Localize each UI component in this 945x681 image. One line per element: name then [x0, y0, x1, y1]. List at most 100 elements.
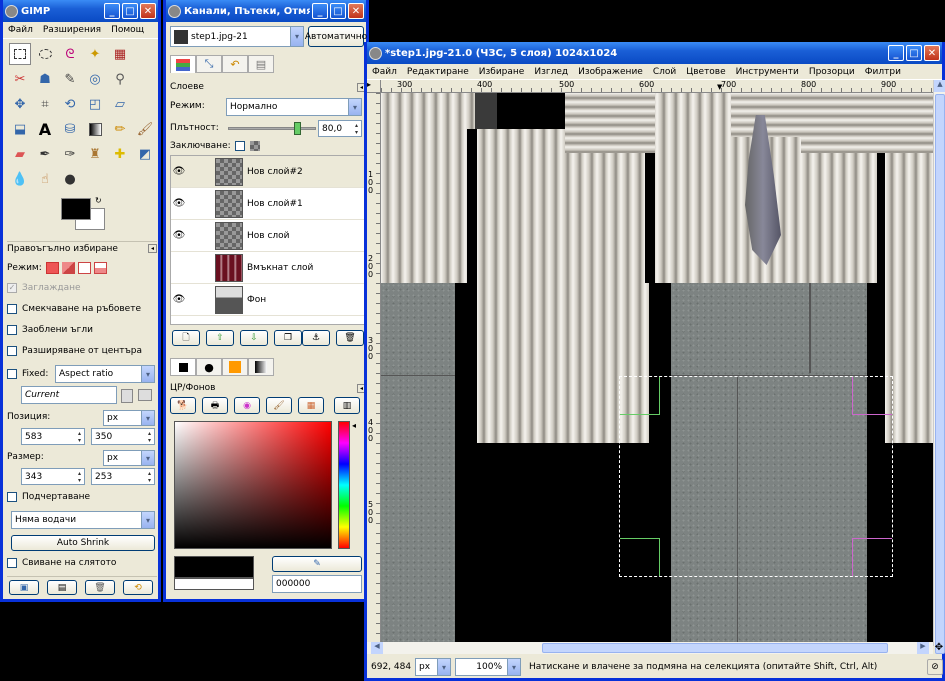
shrink-merged-row[interactable]: Свиване на слятото	[7, 558, 116, 568]
mode-add-icon[interactable]	[61, 262, 75, 274]
scissors-tool-icon[interactable]: ✂	[9, 68, 31, 90]
maximize-button[interactable]: □	[330, 3, 346, 19]
menu-layer[interactable]: Слой	[648, 67, 681, 77]
perspective-clone-tool-icon[interactable]: ◩	[134, 143, 156, 165]
shear-tool-icon[interactable]: ▱	[109, 93, 131, 115]
unit-select[interactable]: px ▾	[415, 658, 451, 676]
airbrush-tool-icon[interactable]: ✒	[34, 143, 56, 165]
duplicate-layer-icon[interactable]: ❐	[274, 330, 302, 346]
scroll-up-icon[interactable]: ▲	[934, 80, 945, 92]
palette-selector-icon[interactable]: ▦	[298, 397, 324, 414]
new-layer-icon[interactable]: 🗋	[172, 330, 200, 346]
landscape-icon[interactable]	[138, 389, 152, 401]
bucket-fill-tool-icon[interactable]: ⛁	[59, 118, 81, 140]
crop-tool-icon[interactable]: ⌗	[34, 93, 56, 115]
guides-select[interactable]: Няма водачи ▾	[11, 511, 155, 529]
perspective-tool-icon[interactable]: ⬓	[9, 118, 31, 140]
navigate-icon[interactable]: ✥	[933, 642, 945, 654]
minimize-button[interactable]: _	[312, 3, 328, 19]
eye-icon[interactable]: 👁	[171, 198, 187, 209]
selection-handle[interactable]	[852, 377, 892, 415]
ellipse-select-tool-icon[interactable]	[34, 43, 56, 65]
highlight-row[interactable]: Подчертаване	[7, 492, 90, 502]
menu-view[interactable]: Изглед	[529, 67, 573, 77]
menu-help[interactable]: Помощ	[106, 25, 149, 35]
rounded-row[interactable]: Заоблени ъгли	[7, 325, 93, 335]
position-x-input[interactable]: 583 ▴ ▾	[21, 428, 85, 445]
opacity-slider[interactable]	[228, 122, 316, 135]
tab-brushes[interactable]: ●	[196, 358, 222, 376]
anchor-layer-icon[interactable]: ⚓	[302, 330, 330, 346]
watercolor-selector-icon[interactable]: 🖌	[266, 397, 292, 414]
close-button[interactable]: ✕	[140, 3, 156, 19]
layer-row[interactable]: 👁 Фон	[171, 284, 365, 316]
layer-row[interactable]: 👁 Нов слой#1	[171, 188, 365, 220]
eye-hidden-icon[interactable]: 👁	[171, 262, 187, 273]
close-button[interactable]: ✕	[924, 45, 940, 61]
minimize-button[interactable]: _	[888, 45, 904, 61]
scroll-left-icon[interactable]: ◀	[371, 642, 383, 654]
menu-colors[interactable]: Цветове	[681, 67, 730, 77]
auto-button[interactable]: Автоматично	[305, 26, 367, 47]
vertical-scrollbar[interactable]: ▲	[933, 80, 945, 654]
foreground-color-swatch[interactable]	[61, 198, 91, 220]
measure-tool-icon[interactable]: ⚲	[109, 68, 131, 90]
save-options-icon[interactable]: ▣	[9, 580, 39, 595]
image-canvas[interactable]	[381, 93, 933, 642]
selection-rectangle[interactable]	[619, 376, 893, 577]
position-y-input[interactable]: 350 ▴ ▾	[91, 428, 155, 445]
size-h-input[interactable]: 253 ▴ ▾	[91, 468, 155, 485]
horizontal-scrollbar[interactable]: ◀ ▶	[367, 642, 933, 654]
blend-tool-icon[interactable]	[84, 118, 106, 140]
lock-alpha-checkbox[interactable]	[234, 141, 245, 151]
selection-handle[interactable]	[620, 538, 660, 576]
wheel-selector-icon[interactable]: ◉	[234, 397, 260, 414]
dock-titlebar[interactable]: Канали, Пътеки, Отмя... _ □ ✕	[166, 0, 366, 22]
paths-tool-icon[interactable]: ✎	[59, 68, 81, 90]
raise-layer-icon[interactable]: ⇧	[206, 330, 234, 346]
zoom-select[interactable]: 100% ▾	[455, 658, 521, 676]
bg-color-preview[interactable]	[174, 578, 254, 590]
pencil-tool-icon[interactable]: ✏	[109, 118, 131, 140]
menu-filters[interactable]: Филтри	[860, 67, 906, 77]
smudge-tool-icon[interactable]: ☝	[34, 168, 56, 190]
eraser-tool-icon[interactable]: ▰	[9, 143, 31, 165]
heal-tool-icon[interactable]: ✚	[109, 143, 131, 165]
image-select[interactable]: step1.jpg-21 ▾	[170, 26, 304, 47]
color-area[interactable]	[174, 421, 332, 549]
lasso-tool-icon[interactable]: ᘓ	[59, 43, 81, 65]
clone-tool-icon[interactable]: ♜	[84, 143, 106, 165]
fixed-select[interactable]: Aspect ratio ▾	[55, 365, 155, 383]
swap-colors-icon[interactable]: ↻	[95, 196, 102, 205]
portrait-icon[interactable]	[121, 389, 133, 403]
delete-options-icon[interactable]: 🗑	[85, 580, 115, 595]
color-select-tool-icon[interactable]: ▦	[109, 43, 131, 65]
layer-mode-select[interactable]: Нормално ▾	[226, 98, 362, 116]
maximize-button[interactable]: □	[906, 45, 922, 61]
fuzzy-select-tool-icon[interactable]: ✦	[84, 43, 106, 65]
eye-icon[interactable]: 👁	[171, 166, 187, 177]
size-w-input[interactable]: 343 ▴ ▾	[21, 468, 85, 485]
eye-icon[interactable]: 👁	[171, 294, 187, 305]
lower-layer-icon[interactable]: ⇩	[240, 330, 268, 346]
selection-handle[interactable]	[620, 377, 660, 415]
mode-intersect-icon[interactable]	[93, 262, 107, 274]
menu-file[interactable]: Файл	[367, 67, 402, 77]
scroll-right-icon[interactable]: ▶	[917, 642, 929, 654]
expand-row[interactable]: Разширяване от центъра	[7, 346, 142, 356]
gimp-selector-icon[interactable]: 🐕	[170, 397, 196, 414]
quick-mask-corner-icon[interactable]: ▸	[367, 80, 381, 93]
mode-subtract-icon[interactable]	[77, 262, 91, 274]
reset-options-icon[interactable]: ⟲	[123, 580, 153, 595]
scrollbar-thumb[interactable]	[935, 94, 945, 654]
opacity-input[interactable]: 80,0 ▴ ▾	[318, 120, 362, 137]
text-tool-icon[interactable]: A	[34, 118, 56, 140]
zoom-tool-icon[interactable]: ◎	[84, 68, 106, 90]
antialias-row[interactable]: ✓ Заглаждане	[7, 283, 81, 293]
fg-color-preview[interactable]	[174, 556, 254, 578]
hex-input[interactable]: 000000	[272, 575, 362, 593]
foreground-select-tool-icon[interactable]: ☗	[34, 68, 56, 90]
scales-selector-icon[interactable]: ▥	[334, 397, 360, 414]
cmyk-selector-icon[interactable]: 🖶	[202, 397, 228, 414]
layer-row[interactable]: 👁 Нов слой#2	[171, 156, 365, 188]
